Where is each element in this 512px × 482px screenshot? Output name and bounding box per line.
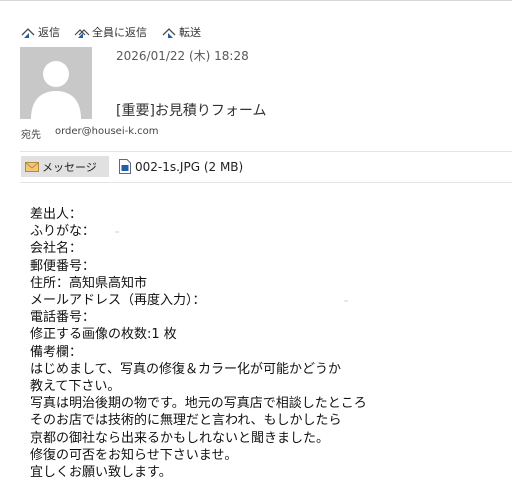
reply-icon [20, 24, 36, 40]
body-line: はじめまして、写真の修復＆カラー化が可能かどうか [30, 361, 341, 377]
body-line: 郵便番号： [30, 258, 96, 274]
attachment-file-label: 002-1s.JPG (2 MB) [135, 159, 244, 174]
redacted-mark [343, 299, 348, 302]
attachment-bar: メッセージ 002-1s.JPG (2 MB) [21, 156, 243, 177]
body-line: 会社名： [30, 241, 83, 257]
envelope-icon [25, 161, 39, 173]
person-silhouette-icon [20, 47, 92, 119]
message-tab-label: メッセージ [42, 160, 97, 174]
top-divider [0, 0, 512, 1]
reply-all-icon [74, 24, 90, 40]
sent-datetime: 2026/01/22 (木) 18:28 [116, 49, 249, 63]
recipient-address[interactable]: order@housei-k.com [55, 126, 159, 141]
attachment-file[interactable]: 002-1s.JPG (2 MB) [119, 159, 243, 174]
body-line: 備考欄： [30, 344, 83, 360]
body-line: 京都の御社なら出来るかもしれないと聞きました。 [30, 430, 330, 446]
reply-all-label: 全員に返信 [92, 26, 147, 39]
redacted-mark [115, 230, 120, 233]
body-line: 写真は明治後期の物です。地元の写真店で相談したところ [30, 396, 367, 412]
body-line: 差出人： [30, 207, 83, 222]
body-line: 教えて下さい。 [30, 379, 121, 395]
body-line: 電話番号： [30, 310, 96, 326]
body-line: ふりがな： [30, 223, 367, 240]
header-divider [20, 151, 512, 152]
forward-icon [161, 24, 177, 40]
reply-button[interactable]: 返信 [20, 24, 60, 40]
reply-all-button[interactable]: 全員に返信 [74, 24, 147, 40]
forward-button[interactable]: 転送 [161, 24, 201, 40]
body-line: 住所：高知県高知市 [30, 275, 148, 291]
attachment-divider [20, 182, 512, 183]
body-line: 修復の可否をお知らせ下さいませ。 [30, 447, 238, 463]
message-tab[interactable]: メッセージ [21, 156, 109, 177]
reply-label: 返信 [38, 26, 60, 39]
message-body: 差出人： ふりがな： 会社名： 郵便番号： 住所：高知県高知市 メールアドレス（… [30, 206, 367, 481]
to-label: 宛先 [21, 130, 41, 141]
body-line-text: ふりがな： [30, 224, 96, 240]
reading-pane-toolbar: 返信 全員に返信 転送 [20, 23, 215, 41]
body-line-text: メールアドレス（再度入力）： [30, 293, 206, 309]
body-line: 修正する画像の枚数:1 枚 [30, 327, 177, 343]
image-file-icon [119, 159, 131, 174]
body-line: 宜しくお願い致します。 [30, 465, 172, 481]
message-subject: [重要]お見積りフォーム [116, 103, 267, 119]
body-line: そのお店では技術的に無理だと言われ、もしかしたら [30, 413, 342, 429]
sender-avatar[interactable] [20, 47, 92, 119]
body-line: メールアドレス（再度入力）： [30, 292, 367, 309]
recipient-row: 宛先 order@housei-k.com [21, 126, 159, 141]
forward-label: 転送 [179, 26, 201, 39]
